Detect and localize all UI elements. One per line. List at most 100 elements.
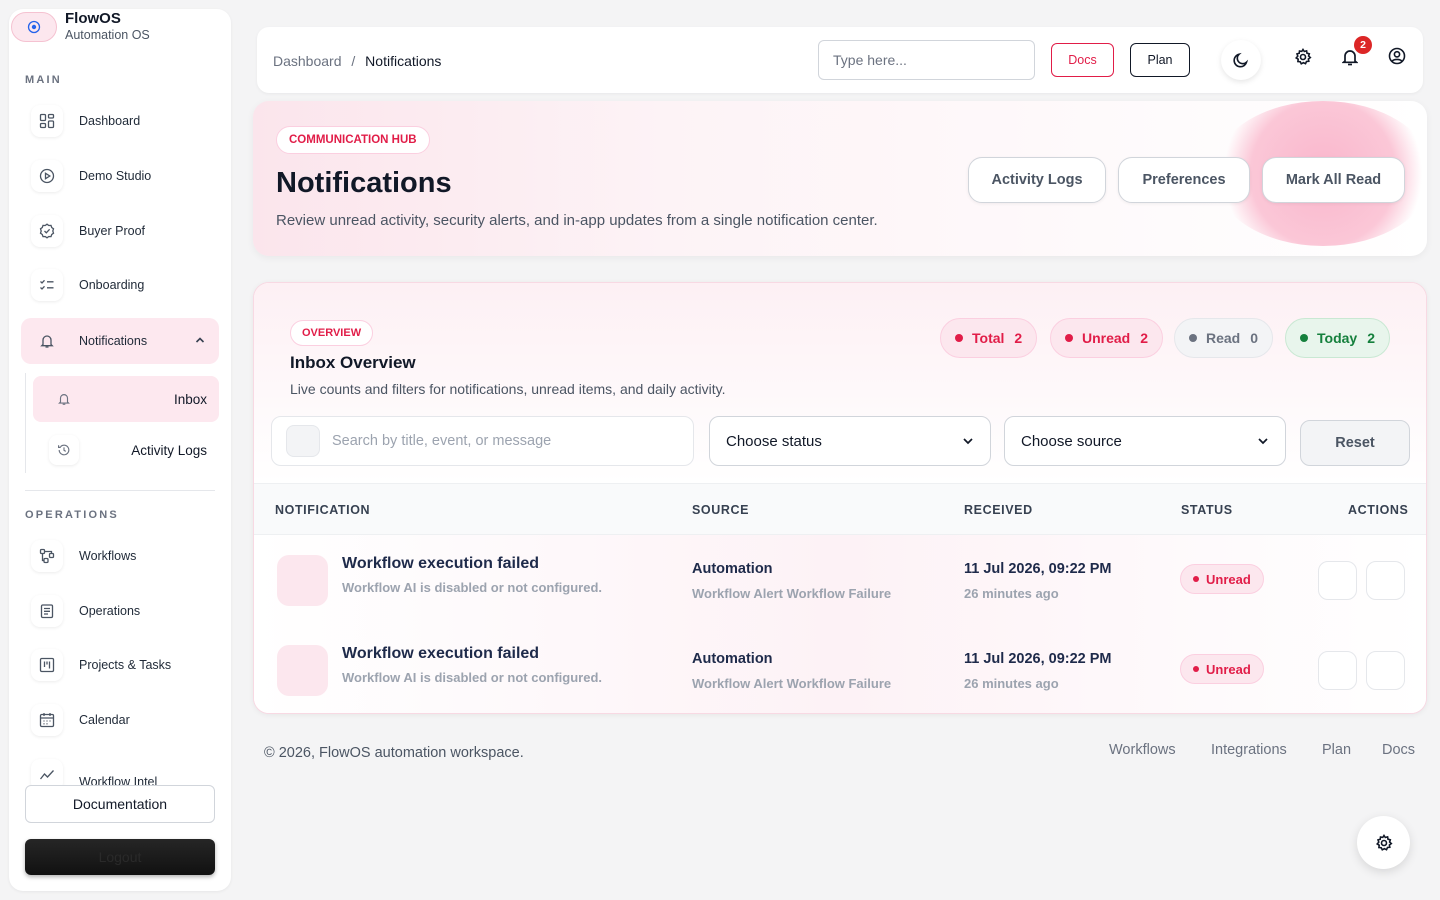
column-header-status: STATUS [1181, 503, 1233, 517]
sidebar-item-label: Workflow Intel [79, 775, 158, 785]
inbox-card: OVERVIEW Inbox Overview Live counts and … [253, 282, 1427, 714]
bell-icon [49, 384, 79, 414]
chevron-down-icon [1258, 438, 1268, 445]
gear-icon [1375, 833, 1393, 851]
sidebar-subitem-activity-logs[interactable]: Activity Logs [33, 427, 219, 473]
status-dot [1193, 576, 1199, 582]
stat-label: Total [972, 330, 1005, 346]
activity-logs-button[interactable]: Activity Logs [968, 157, 1106, 203]
notification-source-detail: Workflow Alert Workflow Failure [692, 586, 892, 601]
sidebar-item-label: Dashboard [79, 114, 141, 128]
target-icon [11, 12, 57, 42]
notification-source: Automation [692, 651, 773, 667]
mark-read-action-button[interactable] [1318, 561, 1357, 600]
submenu-rail [25, 373, 26, 473]
sidebar-item-onboarding[interactable]: Onboarding [21, 262, 219, 308]
stat-label: Unread [1082, 330, 1131, 346]
moon-icon [1233, 52, 1249, 68]
breadcrumb-current: Notifications [365, 53, 442, 69]
search-placeholder: Search by title, event, or message [332, 433, 552, 449]
hero-chip: COMMUNICATION HUB [276, 126, 430, 154]
footer-link-integrations[interactable]: Integrations [1211, 742, 1287, 758]
status-badge: Unread [1180, 564, 1264, 594]
stat-read[interactable]: Read 0 [1174, 318, 1274, 358]
settings-fab-button[interactable] [1357, 816, 1410, 869]
stat-label: Today [1317, 330, 1358, 346]
sidebar-item-projects-tasks[interactable]: Projects & Tasks [21, 642, 219, 688]
column-header-actions: ACTIONS [1348, 503, 1409, 517]
status-dot [1065, 334, 1073, 342]
status-select-value: Choose status [726, 432, 822, 450]
inbox-overview-title: Inbox Overview [290, 353, 416, 372]
sidebar-item-buyer-proof[interactable]: Buyer Proof [21, 208, 219, 254]
reset-button[interactable]: Reset [1300, 420, 1410, 466]
stat-unread[interactable]: Unread 2 [1050, 318, 1164, 358]
sidebar-item-label: Projects & Tasks [79, 658, 172, 672]
notification-source: Automation [692, 561, 773, 577]
topbar: Dashboard / Notifications Type here... D… [257, 27, 1423, 93]
sidebar-item-demo-studio[interactable]: Demo Studio [21, 153, 219, 199]
bell-icon [31, 325, 63, 357]
delete-action-button[interactable] [1366, 561, 1405, 600]
clipboard-icon [31, 595, 63, 627]
brand-subtitle: Automation OS [65, 28, 150, 42]
user-circle-icon[interactable] [1388, 47, 1406, 65]
chart-line-icon [31, 759, 63, 785]
sidebar-item-label: Onboarding [79, 278, 145, 292]
notification-received-ago: 26 minutes ago [964, 676, 1059, 691]
footer-link-workflows[interactable]: Workflows [1109, 742, 1176, 758]
search-input[interactable]: Type here... [818, 40, 1035, 80]
badge-check-icon [31, 215, 63, 247]
sidebar-item-workflow-intel[interactable]: Workflow Intel [21, 751, 219, 785]
page-title: Notifications [276, 167, 452, 199]
stat-today[interactable]: Today 2 [1285, 318, 1390, 358]
source-select[interactable]: Choose source [1004, 416, 1286, 466]
sidebar-subitem-inbox[interactable]: Inbox [33, 376, 219, 422]
status-select[interactable]: Choose status [709, 416, 991, 466]
mark-all-read-button[interactable]: Mark All Read [1262, 157, 1405, 203]
grid-icon [31, 105, 63, 137]
column-header-received: RECEIVED [964, 503, 1033, 517]
stat-value: 2 [1367, 330, 1375, 346]
docs-button[interactable]: Docs [1051, 43, 1114, 77]
sidebar-item-label: Demo Studio [79, 169, 152, 183]
theme-toggle-button[interactable] [1221, 40, 1261, 80]
footer-link-docs[interactable]: Docs [1382, 742, 1415, 758]
sidebar-item-dashboard[interactable]: Dashboard [21, 98, 219, 144]
sidebar-item-label: Operations [79, 604, 141, 618]
column-header-notification: NOTIFICATION [275, 503, 371, 517]
brand[interactable]: FlowOS Automation OS [11, 11, 150, 43]
table-row[interactable]: Workflow execution failed Workflow AI is… [254, 625, 1426, 713]
sidebar-item-operations[interactable]: Operations [21, 588, 219, 634]
plan-button[interactable]: Plan [1130, 43, 1190, 77]
source-select-value: Choose source [1021, 432, 1122, 450]
sidebar-item-workflows[interactable]: Workflows [21, 533, 219, 579]
sidebar-item-notifications[interactable]: Notifications [21, 318, 219, 364]
breadcrumb: Dashboard / Notifications [273, 53, 441, 69]
mark-read-action-button[interactable] [1318, 651, 1357, 690]
footer-copyright: © 2026, FlowOS automation workspace. [264, 745, 524, 761]
notification-source-detail: Workflow Alert Workflow Failure [692, 676, 892, 691]
footer-link-plan[interactable]: Plan [1322, 742, 1351, 758]
status-dot [955, 334, 963, 342]
preferences-button[interactable]: Preferences [1118, 157, 1250, 203]
delete-action-button[interactable] [1366, 651, 1405, 690]
sidebar-subitem-label: Inbox [173, 391, 207, 407]
table-row[interactable]: Workflow execution failed Workflow AI is… [254, 535, 1426, 625]
breadcrumb-root[interactable]: Dashboard [273, 53, 342, 69]
stat-total[interactable]: Total 2 [940, 318, 1038, 358]
notification-search-input[interactable]: Search by title, event, or message [271, 416, 694, 466]
sidebar-item-calendar[interactable]: Calendar [21, 697, 219, 743]
notification-title: Workflow execution failed [342, 555, 540, 572]
section-label-operations: OPERATIONS [25, 509, 119, 521]
gear-icon[interactable] [1294, 48, 1312, 66]
notification-message: Workflow AI is disabled or not configure… [342, 580, 603, 595]
column-header-source: SOURCE [692, 503, 750, 517]
logout-button[interactable]: Logout [25, 839, 215, 875]
search-icon [286, 425, 320, 457]
sidebar-item-label: Notifications [79, 334, 148, 348]
play-icon [31, 160, 63, 192]
documentation-button[interactable]: Documentation [25, 785, 215, 823]
status-label: Unread [1206, 571, 1251, 587]
stat-label: Read [1206, 330, 1241, 346]
